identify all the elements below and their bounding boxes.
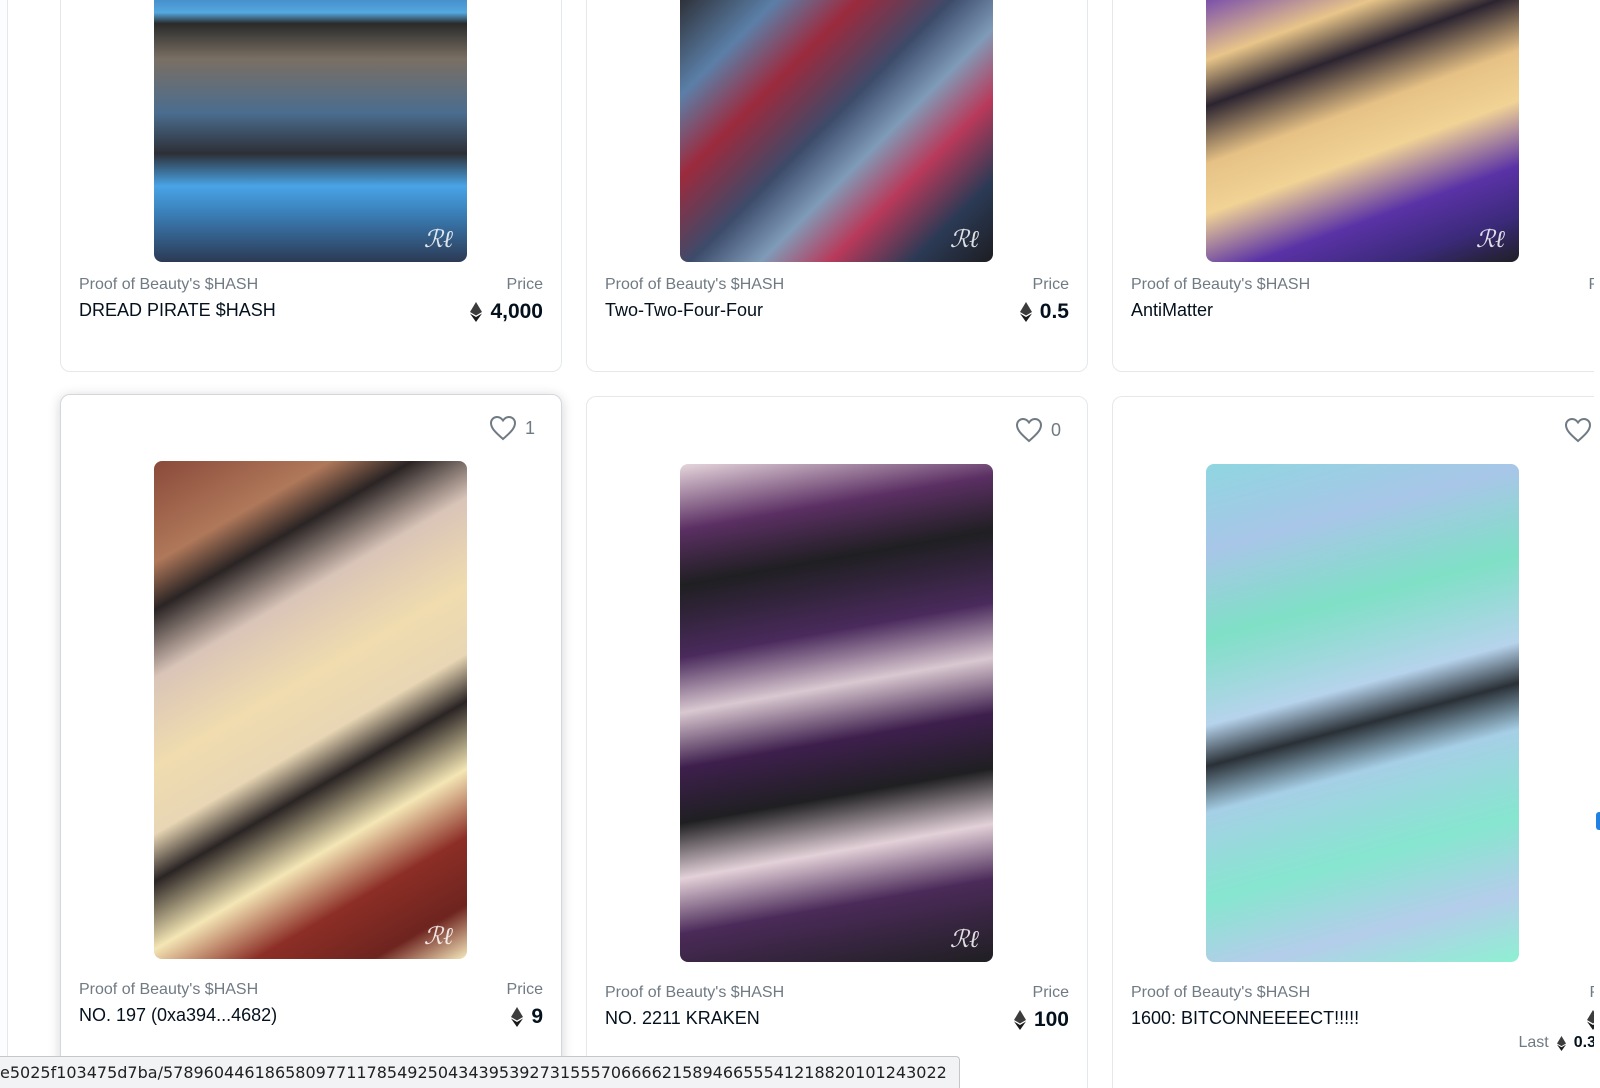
artwork-image[interactable]: ℛℓ xyxy=(680,0,993,262)
asset-name[interactable]: AntiMatter xyxy=(1131,300,1213,321)
left-panel-edge xyxy=(0,0,8,1088)
ethereum-icon xyxy=(470,302,483,322)
collection-name[interactable]: Proof of Beauty's $HASH xyxy=(79,981,258,999)
heart-outline-icon xyxy=(1015,417,1042,443)
artist-signature: ℛℓ xyxy=(949,225,979,253)
asset-name[interactable]: 1600: BITCONNEEEECT!!!!! xyxy=(1131,1008,1359,1029)
artist-signature: ℛℓ xyxy=(423,225,453,253)
asset-name[interactable]: Two-Two-Four-Four xyxy=(605,300,763,321)
collection-name[interactable]: Proof of Beauty's $HASH xyxy=(605,276,784,294)
collection-name[interactable]: Proof of Beauty's $HASH xyxy=(1131,276,1310,294)
asset-name[interactable]: NO. 2211 KRAKEN xyxy=(605,1008,760,1029)
asset-card[interactable]: ℛℓ Proof of Beauty's $HASH Two-Two-Four-… xyxy=(586,0,1088,372)
favorite-button[interactable]: 1 xyxy=(489,415,535,441)
price-value: 0.5 xyxy=(1019,300,1069,324)
heart-outline-icon xyxy=(489,415,516,441)
link-preview-status-bar: e5025f103475d7ba/57896044618658097711785… xyxy=(0,1056,960,1088)
collection-name[interactable]: Proof of Beauty's $HASH xyxy=(605,984,784,1002)
price-value: 9 xyxy=(511,1005,543,1029)
ethereum-icon xyxy=(1013,1010,1026,1030)
right-panel-edge xyxy=(1594,0,1600,1088)
favorite-count: 1 xyxy=(524,417,535,438)
last-sale-value: 0.3 xyxy=(1573,1034,1596,1051)
last-sale: Last 0.3 xyxy=(1519,1034,1597,1052)
artwork-image[interactable] xyxy=(1206,464,1519,962)
price-label: Price xyxy=(506,276,543,293)
artist-signature: ℛℓ xyxy=(949,925,979,953)
price-label: Price xyxy=(506,981,543,998)
asset-card[interactable]: 0 ℛℓ Proof of Beauty's $HASH NO. 2211 KR… xyxy=(586,396,1088,1088)
collection-name[interactable]: Proof of Beauty's $HASH xyxy=(79,276,258,294)
asset-name[interactable]: NO. 197 (0xa394...4682) xyxy=(79,1005,277,1026)
price-value: 100 xyxy=(1013,1008,1069,1032)
asset-card[interactable]: ℛℓ Proof of Beauty's $HASH AntiMatter Pr… xyxy=(1112,0,1600,372)
asset-card[interactable]: 1 ℛℓ Proof of Beauty's $HASH NO. 197 (0x… xyxy=(60,394,562,1088)
artwork-image[interactable]: ℛℓ xyxy=(154,461,467,959)
price-label: Price xyxy=(1032,276,1069,293)
ethereum-icon xyxy=(1556,1035,1566,1051)
scroll-indicator[interactable] xyxy=(1596,812,1600,830)
price-label: Price xyxy=(1032,984,1069,1001)
favorite-count: 0 xyxy=(1050,419,1061,440)
heart-outline-icon xyxy=(1564,417,1591,443)
price-value: 4,000 xyxy=(470,300,543,324)
last-sale-label: Last xyxy=(1518,1034,1549,1051)
artwork-image[interactable]: ℛℓ xyxy=(154,0,467,262)
artwork-image[interactable]: ℛℓ xyxy=(680,464,993,962)
favorite-button[interactable]: 0 xyxy=(1015,417,1061,443)
artwork-image[interactable]: ℛℓ xyxy=(1206,0,1519,262)
ethereum-icon xyxy=(511,1007,524,1027)
artist-signature: ℛℓ xyxy=(423,922,453,950)
asset-name[interactable]: DREAD PIRATE $HASH xyxy=(79,300,276,321)
asset-card[interactable]: 0 Proof of Beauty's $HASH 1600: BITCONNE… xyxy=(1112,396,1600,1088)
collection-name[interactable]: Proof of Beauty's $HASH xyxy=(1131,984,1310,1002)
artist-signature: ℛℓ xyxy=(1475,225,1505,253)
asset-card[interactable]: ℛℓ Proof of Beauty's $HASH DREAD PIRATE … xyxy=(60,0,562,372)
ethereum-icon xyxy=(1019,302,1032,322)
